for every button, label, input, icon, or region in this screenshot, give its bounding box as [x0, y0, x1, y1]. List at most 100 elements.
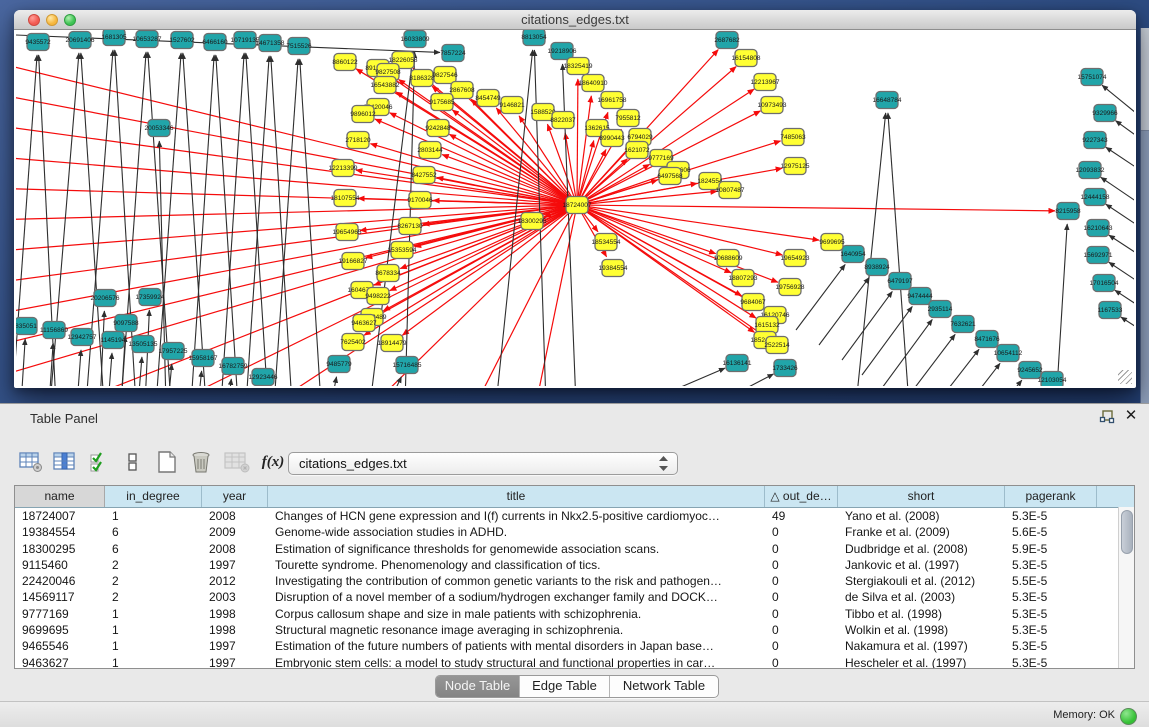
graph-node[interactable]: 19384554 [599, 260, 628, 277]
graph-node[interactable]: 20053346 [145, 120, 174, 137]
graph-node[interactable]: 12975125 [781, 158, 810, 175]
graph-node[interactable]: 9175685 [429, 94, 455, 111]
graph-node[interactable]: 12444158 [1081, 189, 1110, 206]
graph-node[interactable]: 2803144 [417, 142, 443, 159]
close-panel-icon[interactable]: ✕ [1123, 407, 1139, 425]
table-row[interactable]: 1938455462009Genome-wide association stu… [15, 524, 1134, 540]
graph-node[interactable]: 12923446 [249, 369, 278, 386]
graph-node[interactable]: 2522514 [764, 337, 790, 354]
function-builder-icon[interactable]: f(x) [258, 447, 288, 477]
graph-node[interactable]: 1621072 [624, 142, 650, 159]
tab-node-table[interactable]: Node Table [436, 676, 520, 697]
column-header-out_de[interactable]: △ out_de… [765, 486, 838, 507]
graph-node[interactable]: 9896012 [350, 106, 376, 123]
graph-node[interactable]: 8186328 [409, 70, 435, 87]
graph-node[interactable]: 13505135 [129, 336, 158, 353]
graph-node[interactable]: 15958167 [189, 350, 218, 367]
graph-node[interactable]: 7485063 [780, 129, 806, 146]
table-row[interactable]: 946362711997Embryonic stem cells: a mode… [15, 655, 1134, 669]
table-row[interactable]: 969969511998Structural magnetic resonanc… [15, 622, 1134, 638]
graph-node[interactable]: 1681305 [101, 30, 127, 46]
graph-node[interactable]: 9485779 [326, 356, 352, 373]
graph-node[interactable]: 7955812 [615, 110, 641, 127]
graph-node[interactable]: 18300295 [518, 213, 547, 230]
table-row[interactable]: 1456911722003Disruption of a novel membe… [15, 589, 1134, 605]
table-row[interactable]: 1830029562008Estimation of significance … [15, 541, 1134, 557]
graph-node[interactable]: 1640954 [840, 246, 866, 263]
graph-node[interactable]: 8938924 [864, 259, 890, 276]
graph-node[interactable]: 14671358 [256, 35, 285, 52]
graph-node[interactable]: 9242848 [425, 120, 451, 137]
graph-node[interactable]: 12213399 [329, 160, 358, 177]
graph-node[interactable]: 18534554 [592, 234, 621, 251]
table-options-icon[interactable] [16, 447, 46, 477]
graph-node[interactable]: 19166827 [339, 253, 368, 270]
graph-node[interactable]: 18107554 [331, 190, 360, 207]
graph-node[interactable]: 7632621 [950, 316, 976, 333]
graph-node[interactable]: 16543882 [371, 77, 400, 94]
column-header-name[interactable]: name [15, 486, 105, 507]
graph-node[interactable]: 10807487 [716, 182, 745, 199]
graph-node[interactable]: 16648784 [873, 92, 902, 109]
graph-node[interactable]: 8215958 [1055, 203, 1081, 220]
graph-node[interactable]: 15692971 [1084, 247, 1113, 264]
graph-node[interactable]: 12942757 [68, 329, 97, 346]
graph-node[interactable]: 18914479 [378, 335, 407, 352]
tab-edge-table[interactable]: Edge Table [520, 676, 610, 697]
graph-node[interactable]: 15353594 [388, 242, 417, 259]
column-header-pagerank[interactable]: pagerank [1005, 486, 1097, 507]
graph-node[interactable]: 8427552 [411, 167, 437, 184]
table-row[interactable]: 946554611997Estimation of the future num… [15, 638, 1134, 654]
graph-node[interactable]: 2718120 [345, 132, 371, 149]
table-scrollbar[interactable] [1118, 507, 1134, 668]
memory-status-indicator[interactable] [1120, 708, 1137, 725]
graph-node[interactable]: 12103054 [1038, 372, 1067, 387]
graph-node[interactable]: 18724007 [563, 197, 592, 214]
graph-node[interactable]: 10973493 [758, 97, 787, 114]
graph-node[interactable]: 20206576 [91, 290, 120, 307]
graph-node[interactable]: 1145194 [101, 332, 126, 349]
graph-node[interactable]: 7625402 [340, 334, 366, 351]
graph-node[interactable]: 9227343 [1082, 132, 1108, 149]
show-columns-icon[interactable] [50, 447, 80, 477]
graph-node[interactable]: 18807293 [729, 270, 758, 287]
graph-node[interactable]: 15716485 [393, 357, 422, 374]
graph-node[interactable]: 19654923 [781, 250, 810, 267]
graph-node[interactable]: 835051 [16, 318, 37, 335]
graph-node[interactable]: 8860122 [332, 54, 358, 71]
graph-node[interactable]: 16136141 [723, 355, 752, 372]
tab-network-table[interactable]: Network Table [610, 676, 718, 697]
graph-node[interactable]: 1527602 [169, 32, 195, 49]
table-scrollbar-thumb[interactable] [1121, 510, 1133, 554]
graph-node[interactable]: 1167533 [1098, 302, 1123, 319]
graph-node[interactable]: 20691406 [66, 32, 95, 49]
table-row[interactable]: 2242004622012Investigating the contribut… [15, 573, 1134, 589]
graph-node[interactable]: 2687682 [714, 32, 740, 49]
graph-node[interactable]: 12213967 [751, 74, 780, 91]
column-header-title[interactable]: title [268, 486, 765, 507]
graph-node[interactable]: 16154808 [732, 50, 761, 67]
graph-node[interactable]: 18640910 [579, 75, 608, 92]
select-attributes-icon[interactable] [84, 447, 114, 477]
graph-node[interactable]: 19654965 [333, 224, 362, 241]
graph-node[interactable]: 19756928 [776, 279, 805, 296]
graph-node[interactable]: 9684067 [740, 294, 766, 311]
float-panel-icon[interactable] [1099, 409, 1115, 425]
graph-node[interactable]: 2935114 [928, 301, 953, 318]
row-height-icon[interactable] [118, 447, 148, 477]
graph-node[interactable]: 17957225 [159, 343, 188, 360]
graph-node[interactable]: 7515526 [286, 38, 312, 55]
graph-node[interactable]: 10654112 [994, 345, 1023, 362]
delete-column-icon[interactable] [186, 447, 216, 477]
graph-node[interactable]: 8813054 [521, 30, 547, 46]
graph-node[interactable]: 9146821 [499, 97, 525, 114]
graph-node[interactable]: 7857224 [440, 45, 466, 62]
graph-node[interactable]: 16961758 [598, 92, 627, 109]
graph-node[interactable]: 16033809 [401, 31, 430, 48]
window-titlebar[interactable]: citations_edges.txt [14, 10, 1136, 30]
graph-node[interactable]: 8678334 [375, 265, 401, 282]
column-header-in_degree[interactable]: in_degree [105, 486, 202, 507]
graph-node[interactable]: 9097588 [113, 315, 139, 332]
graph-node[interactable]: 9170046 [407, 192, 433, 209]
graph-node[interactable]: 9245652 [1017, 362, 1043, 379]
